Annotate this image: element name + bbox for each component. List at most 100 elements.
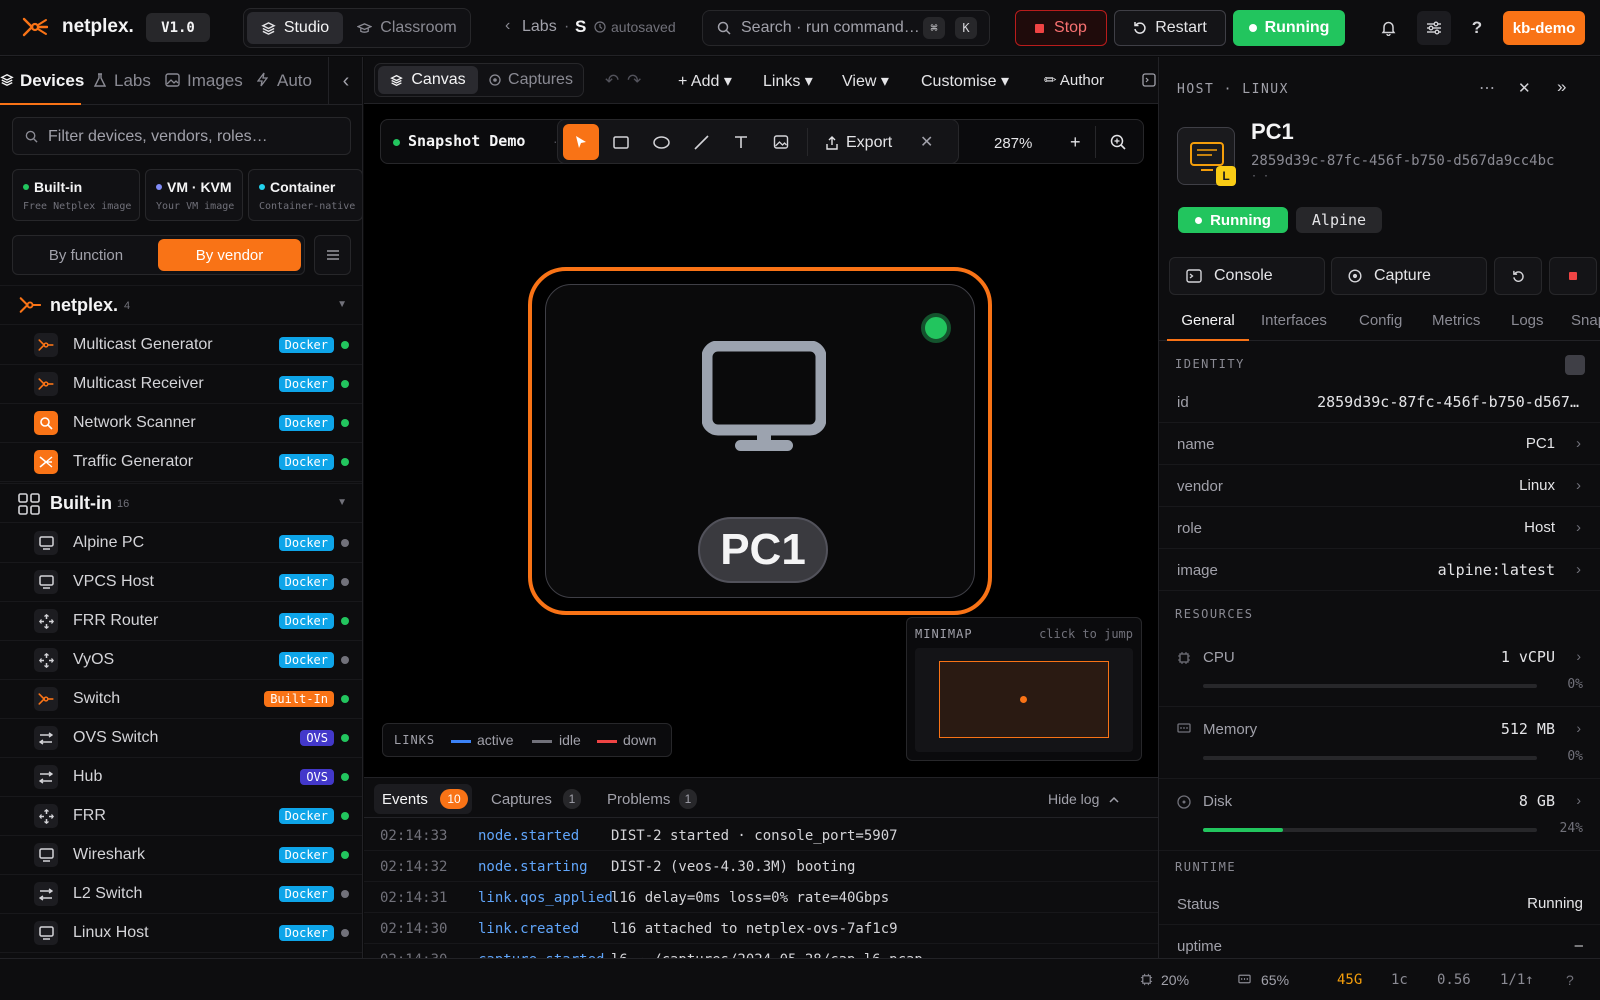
settings-sliders-icon[interactable] xyxy=(1417,11,1451,45)
node-stop-icon[interactable] xyxy=(1549,257,1597,295)
identity-row-role[interactable]: role Host › xyxy=(1159,507,1600,549)
device-row[interactable]: Multicast Receiver Docker xyxy=(0,364,362,404)
device-row[interactable]: VPCS Host Docker xyxy=(0,562,362,602)
device-row[interactable]: Switch Built-In xyxy=(0,679,362,719)
log-row[interactable]: 02:14:30 link.created l16 attached to ne… xyxy=(364,913,1158,944)
pointer-tool[interactable] xyxy=(563,124,599,160)
log-tab-captures[interactable]: Captures 1 xyxy=(485,784,585,814)
device-filter-input[interactable]: Filter devices, vendors, roles… xyxy=(12,117,351,155)
source-vm-kvm[interactable]: VM · KVM Your VM image xyxy=(145,169,243,221)
source-container[interactable]: Container Container-native xyxy=(248,169,362,221)
bell-icon[interactable] xyxy=(1373,13,1403,43)
tab-auto[interactable]: Auto xyxy=(257,57,317,105)
copy-identity-button[interactable] xyxy=(1565,355,1585,375)
list-options-icon[interactable] xyxy=(314,235,351,275)
command-search[interactable]: Search · run command… ⌘ K xyxy=(702,10,990,46)
close-tools-icon[interactable]: ✕ xyxy=(920,132,933,152)
export-button[interactable]: Export xyxy=(826,134,892,152)
close-inspector-icon[interactable]: ✕ xyxy=(1518,79,1531,97)
view-menu[interactable]: View ▾ xyxy=(842,71,889,91)
mode-studio[interactable]: Studio xyxy=(247,12,343,44)
version-badge[interactable]: V1.0 xyxy=(146,13,210,42)
inspector-tab-interfaces[interactable]: Interfaces xyxy=(1261,312,1327,329)
inspector-tab-config[interactable]: Config xyxy=(1359,312,1402,329)
stop-button[interactable]: Stop xyxy=(1015,10,1107,46)
more-options-icon[interactable]: ⋯ xyxy=(1479,78,1495,98)
zoom-level[interactable]: 287% xyxy=(994,135,1032,152)
device-row[interactable]: Linux Host Docker xyxy=(0,913,362,953)
collapse-sidebar-button[interactable]: ‹ xyxy=(328,57,362,105)
device-row[interactable]: OVS Switch OVS xyxy=(0,718,362,758)
user-menu-button[interactable]: kb-demo xyxy=(1503,11,1585,45)
group-header-netplex[interactable]: netplex. 4 ▼ xyxy=(0,285,362,325)
device-row[interactable]: FRR Docker xyxy=(0,796,362,836)
undo-icon[interactable]: ↶ xyxy=(605,71,619,91)
identity-row-id[interactable]: id 2859d39c-87fc-456f-b750-d567… xyxy=(1159,381,1600,423)
tab-devices[interactable]: Devices xyxy=(0,57,84,105)
inspector-tab-general[interactable]: General xyxy=(1167,301,1249,341)
resource-row-disk[interactable]: Disk 8 GB › 24% xyxy=(1159,779,1600,851)
resource-row-memory[interactable]: Memory 512 MB › 0% xyxy=(1159,707,1600,779)
device-row[interactable]: Multicast Generator Docker xyxy=(0,325,362,365)
device-row[interactable]: Wireshark Docker xyxy=(0,835,362,875)
tab-labs[interactable]: Labs xyxy=(94,57,154,105)
running-status-button[interactable]: Running xyxy=(1233,10,1345,46)
node-pc1-selected[interactable]: PC1 xyxy=(528,267,992,615)
redo-icon[interactable]: ↷ xyxy=(627,71,641,91)
mode-classroom[interactable]: Classroom xyxy=(348,12,466,44)
log-row[interactable]: 02:14:30 capture.started l6 → /captures/… xyxy=(364,944,1158,958)
add-menu[interactable]: + Add ▾ xyxy=(678,71,732,91)
group-by-vendor[interactable]: By vendor xyxy=(158,239,301,271)
node-restart-icon[interactable] xyxy=(1494,257,1542,295)
text-tool[interactable] xyxy=(723,124,759,160)
source-builtin[interactable]: Built-in Free Netplex image xyxy=(12,169,140,221)
tab-canvas[interactable]: Canvas xyxy=(378,66,478,94)
device-row[interactable]: FRR Router Docker xyxy=(0,601,362,641)
tab-images[interactable]: Images xyxy=(165,57,245,105)
expand-inspector-icon[interactable]: » xyxy=(1557,77,1566,97)
log-row[interactable]: 02:14:31 link.qos_applied l16 delay=0ms … xyxy=(364,882,1158,913)
device-row[interactable]: Network Scanner Docker xyxy=(0,403,362,443)
log-tab-events[interactable]: Events 10 xyxy=(374,784,472,814)
group-by-function[interactable]: By function xyxy=(16,239,156,271)
zoom-in-button[interactable]: + xyxy=(1070,132,1081,153)
breadcrumb-current[interactable]: S xyxy=(575,17,586,37)
author-menu[interactable]: ✏ Author xyxy=(1044,71,1104,89)
links-menu[interactable]: Links ▾ xyxy=(763,71,813,91)
restart-button[interactable]: Restart xyxy=(1114,10,1226,46)
device-row[interactable]: Hub OVS xyxy=(0,757,362,797)
identity-row-image[interactable]: image alpine:latest › xyxy=(1159,549,1600,591)
inspector-tab-snap[interactable]: Snap xyxy=(1571,312,1600,329)
tab-captures[interactable]: Captures xyxy=(482,66,580,94)
line-tool[interactable] xyxy=(683,124,719,160)
status-help[interactable]: ? xyxy=(1566,972,1574,988)
identity-row-vendor[interactable]: vendor Linux › xyxy=(1159,465,1600,507)
event-log-panel: Events 10 Captures 1 Problems 1 Hide log… xyxy=(364,777,1158,958)
back-chevron-icon[interactable]: ‹ xyxy=(505,17,510,35)
group-header-builtin[interactable]: Built-in 16 ▼ xyxy=(0,483,362,523)
panel-toggle-icon[interactable] xyxy=(1142,73,1156,87)
log-row[interactable]: 02:14:32 node.starting DIST-2 (veos-4.30… xyxy=(364,851,1158,882)
image-tool[interactable] xyxy=(763,124,799,160)
hide-log-button[interactable]: Hide log xyxy=(1048,791,1119,807)
ellipse-tool[interactable] xyxy=(643,124,679,160)
device-row[interactable]: L2 Switch Docker xyxy=(0,874,362,914)
device-row[interactable]: VyOS Docker xyxy=(0,640,362,680)
zoom-fit-icon[interactable] xyxy=(1110,134,1126,150)
breadcrumb-labs[interactable]: Labs xyxy=(522,18,557,36)
customise-menu[interactable]: Customise ▾ xyxy=(921,71,1009,91)
minimap[interactable]: MINIMAP click to jump xyxy=(906,617,1142,761)
capture-button[interactable]: Capture xyxy=(1331,257,1487,295)
log-row[interactable]: 02:14:33 node.started DIST-2 started · c… xyxy=(364,820,1158,851)
inspector-tab-metrics[interactable]: Metrics xyxy=(1432,312,1480,329)
help-button[interactable]: ? xyxy=(1462,13,1492,43)
inspector-tab-logs[interactable]: Logs xyxy=(1511,312,1544,329)
topology-canvas[interactable]: Canvas Captures ↶ ↷ + Add ▾ Links ▾ View… xyxy=(364,57,1158,777)
rectangle-tool[interactable] xyxy=(603,124,639,160)
device-row[interactable]: Traffic Generator Docker xyxy=(0,442,362,482)
resource-row-cpu[interactable]: CPU 1 vCPU › 0% xyxy=(1159,635,1600,707)
log-tab-problems[interactable]: Problems 1 xyxy=(601,784,701,814)
identity-row-name[interactable]: name PC1 › xyxy=(1159,423,1600,465)
device-row[interactable]: Alpine PC Docker xyxy=(0,523,362,563)
console-button[interactable]: Console xyxy=(1169,257,1325,295)
